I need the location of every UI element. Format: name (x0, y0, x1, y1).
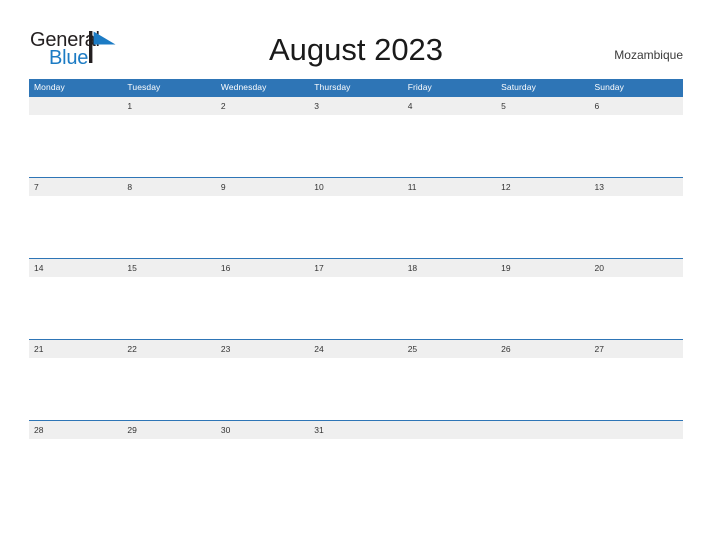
week-note-area[interactable] (29, 277, 683, 339)
week-date-strip: 21 22 23 24 25 26 27 (29, 340, 683, 358)
brand-logo[interactable]: General Blue (30, 30, 150, 68)
week-date-strip: 28 29 30 31 (29, 421, 683, 439)
day-cell[interactable]: 26 (496, 340, 589, 358)
day-cell[interactable]: 12 (496, 178, 589, 196)
week-row: 1 2 3 4 5 6 (29, 96, 683, 177)
day-cell[interactable]: 3 (309, 97, 402, 115)
weekday-header-row: Monday Tuesday Wednesday Thursday Friday… (29, 79, 683, 96)
day-cell[interactable]: 29 (122, 421, 215, 439)
flag-icon (89, 31, 119, 63)
weekday-header-friday: Friday (407, 82, 432, 92)
day-cell[interactable]: 17 (309, 259, 402, 277)
weekday-header-tuesday: Tuesday (127, 82, 161, 92)
day-cell[interactable] (29, 97, 122, 115)
week-row: 7 8 9 10 11 12 13 (29, 177, 683, 258)
week-date-strip: 14 15 16 17 18 19 20 (29, 259, 683, 277)
week-row: 28 29 30 31 (29, 420, 683, 501)
day-cell[interactable]: 21 (29, 340, 122, 358)
day-cell[interactable]: 27 (590, 340, 683, 358)
day-cell[interactable]: 28 (29, 421, 122, 439)
day-cell[interactable] (496, 421, 589, 439)
day-cell[interactable]: 25 (403, 340, 496, 358)
day-cell[interactable] (590, 421, 683, 439)
day-cell[interactable]: 31 (309, 421, 402, 439)
day-cell[interactable]: 19 (496, 259, 589, 277)
brand-name-blue: Blue (49, 47, 89, 69)
week-note-area[interactable] (29, 196, 683, 258)
day-cell[interactable]: 10 (309, 178, 402, 196)
week-date-strip: 1 2 3 4 5 6 (29, 97, 683, 115)
day-cell[interactable]: 18 (403, 259, 496, 277)
day-cell[interactable]: 6 (590, 97, 683, 115)
week-row: 14 15 16 17 18 19 20 (29, 258, 683, 339)
weekday-header-saturday: Saturday (501, 82, 536, 92)
day-cell[interactable]: 4 (403, 97, 496, 115)
page-header: General Blue August 2023 Mozambique (0, 0, 712, 79)
country-label: Mozambique (614, 48, 683, 62)
day-cell[interactable]: 23 (216, 340, 309, 358)
day-cell[interactable]: 1 (122, 97, 215, 115)
weekday-header-thursday: Thursday (314, 82, 351, 92)
day-cell[interactable]: 13 (590, 178, 683, 196)
day-cell[interactable]: 16 (216, 259, 309, 277)
calendar-grid: Monday Tuesday Wednesday Thursday Friday… (29, 79, 683, 501)
weekday-header-sunday: Sunday (594, 82, 624, 92)
week-note-area[interactable] (29, 358, 683, 420)
day-cell[interactable]: 14 (29, 259, 122, 277)
day-cell[interactable]: 15 (122, 259, 215, 277)
day-cell[interactable]: 9 (216, 178, 309, 196)
week-note-area[interactable] (29, 439, 683, 501)
day-cell[interactable]: 2 (216, 97, 309, 115)
weekday-header-wednesday: Wednesday (220, 82, 267, 92)
day-cell[interactable]: 7 (29, 178, 122, 196)
day-cell[interactable]: 30 (216, 421, 309, 439)
day-cell[interactable]: 22 (122, 340, 215, 358)
day-cell[interactable]: 8 (122, 178, 215, 196)
day-cell[interactable]: 24 (309, 340, 402, 358)
week-note-area[interactable] (29, 115, 683, 177)
day-cell[interactable]: 11 (403, 178, 496, 196)
day-cell[interactable]: 20 (590, 259, 683, 277)
week-date-strip: 7 8 9 10 11 12 13 (29, 178, 683, 196)
day-cell[interactable] (403, 421, 496, 439)
page-title: August 2023 (268, 32, 444, 67)
weekday-header-monday: Monday (34, 82, 65, 92)
day-cell[interactable]: 5 (496, 97, 589, 115)
week-row: 21 22 23 24 25 26 27 (29, 339, 683, 420)
